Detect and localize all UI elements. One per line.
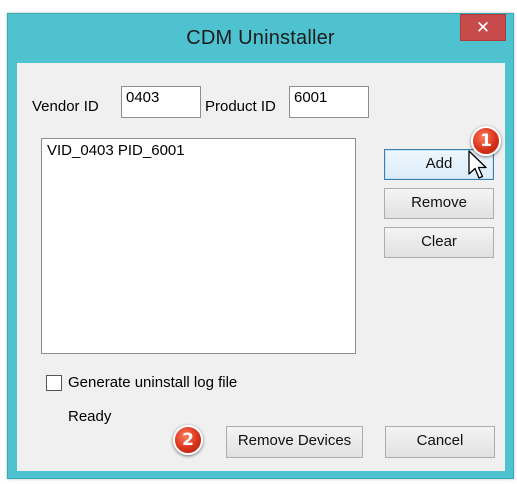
- remove-button[interactable]: Remove: [384, 188, 494, 219]
- vendor-id-value: 0403: [126, 89, 160, 106]
- cancel-button[interactable]: Cancel: [385, 426, 495, 458]
- status-text: Ready: [68, 408, 112, 425]
- close-icon: ✕: [475, 18, 491, 38]
- device-list[interactable]: VID_0403 PID_6001: [41, 138, 356, 354]
- product-id-value: 6001: [294, 89, 328, 106]
- title-bar[interactable]: CDM Uninstaller ✕: [8, 14, 513, 63]
- close-button[interactable]: ✕: [460, 14, 506, 41]
- product-id-label: Product ID: [205, 98, 276, 115]
- callout-badge-2: 2: [173, 425, 203, 455]
- remove-devices-button[interactable]: Remove Devices: [226, 426, 363, 458]
- vendor-id-label: Vendor ID: [32, 98, 99, 115]
- clear-button[interactable]: Clear: [384, 227, 494, 258]
- product-id-input[interactable]: 6001: [289, 86, 369, 118]
- vendor-id-input[interactable]: 0403: [121, 86, 201, 118]
- cdm-uninstaller-window: CDM Uninstaller ✕ Vendor ID 0403 Product…: [7, 13, 514, 479]
- generate-log-checkbox[interactable]: [46, 375, 62, 391]
- list-item[interactable]: VID_0403 PID_6001: [47, 142, 355, 160]
- arrow-pointer-icon: [468, 150, 487, 179]
- dialog-body: Vendor ID 0403 Product ID 6001 VID_0403 …: [17, 63, 505, 471]
- window-title: CDM Uninstaller: [186, 27, 335, 49]
- generate-log-label: Generate uninstall log file: [68, 374, 238, 391]
